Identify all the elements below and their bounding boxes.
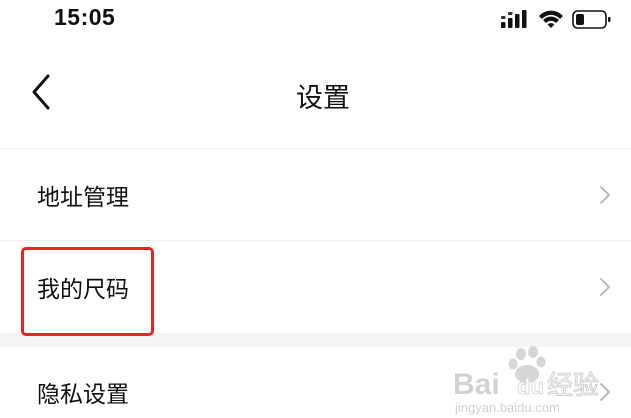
chevron-right-icon — [600, 278, 610, 296]
settings-item-label: 我的尺码 — [37, 277, 129, 303]
page-title: 设置 — [296, 83, 350, 114]
settings-item-address[interactable]: 地址管理 — [0, 150, 631, 240]
status-time: 15:05 — [54, 4, 116, 30]
settings-item-privacy[interactable]: 隐私设置 — [0, 347, 631, 418]
status-icons — [501, 8, 613, 32]
section-divider — [0, 333, 631, 347]
chevron-right-icon — [600, 186, 610, 204]
wifi-icon — [539, 10, 563, 28]
divider — [0, 240, 631, 241]
settings-item-label: 隐私设置 — [37, 382, 129, 408]
chevron-right-icon — [600, 383, 610, 401]
signal-icon — [501, 10, 527, 28]
battery-icon — [572, 10, 611, 29]
status-bar: 15:05 — [0, 0, 631, 40]
settings-item-my-size[interactable]: 我的尺码 — [0, 242, 631, 332]
nav-bar: 设置 — [0, 40, 631, 148]
divider — [0, 148, 631, 149]
settings-screen: 15:05 设置 地址管理 我的尺码 隐私设置 Bai du 经验 jingya… — [0, 0, 631, 418]
settings-item-label: 地址管理 — [37, 185, 129, 211]
